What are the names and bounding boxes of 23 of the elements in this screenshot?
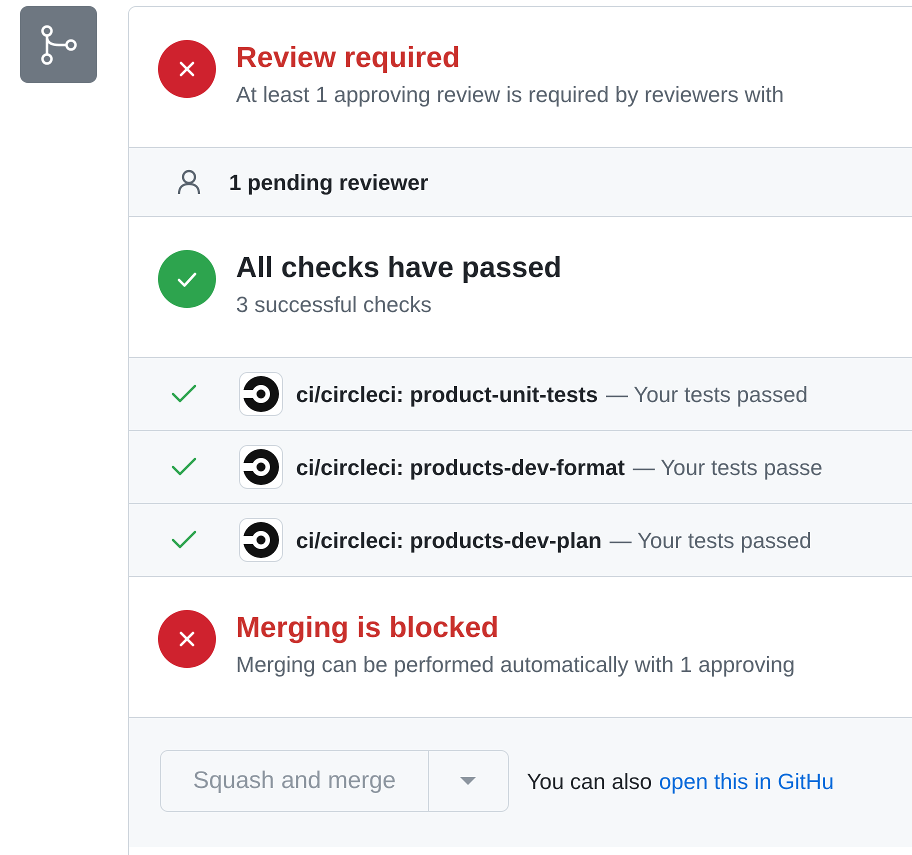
status-description: At least 1 approving review is required by reviewers with bbox=[236, 81, 784, 109]
branch-icon bbox=[38, 22, 78, 66]
status-description: 3 successful checks bbox=[236, 291, 433, 319]
alternative-note: You can also bbox=[526, 768, 652, 796]
check-name: ci/circleci: product-unit-tests bbox=[296, 380, 598, 409]
check-name: ci/circleci: products-dev-plan bbox=[296, 526, 602, 555]
circle-logo-icon bbox=[239, 518, 283, 562]
caret-icon bbox=[460, 777, 476, 785]
failure-icon bbox=[158, 40, 216, 98]
status-description: Merging can be performed automatically with 1 approving bbox=[236, 651, 795, 679]
status-title: All checks have passed bbox=[236, 251, 562, 286]
check-description: — Your tests passed bbox=[606, 380, 808, 409]
status-title: Review required bbox=[236, 41, 462, 76]
circle-logo-icon bbox=[239, 445, 283, 489]
success-icon bbox=[158, 250, 216, 308]
failure-icon bbox=[158, 610, 216, 668]
check-description: — Your tests passed bbox=[610, 526, 812, 555]
check-description: — Your tests passe bbox=[632, 454, 822, 482]
person-icon bbox=[177, 169, 201, 195]
status-title: Merging is blocked bbox=[236, 611, 500, 646]
pending-reviewers: 1 pending reviewer bbox=[229, 168, 428, 197]
circle-logo-icon bbox=[239, 372, 283, 416]
check-name: ci/circleci: products-dev-format bbox=[296, 454, 625, 482]
